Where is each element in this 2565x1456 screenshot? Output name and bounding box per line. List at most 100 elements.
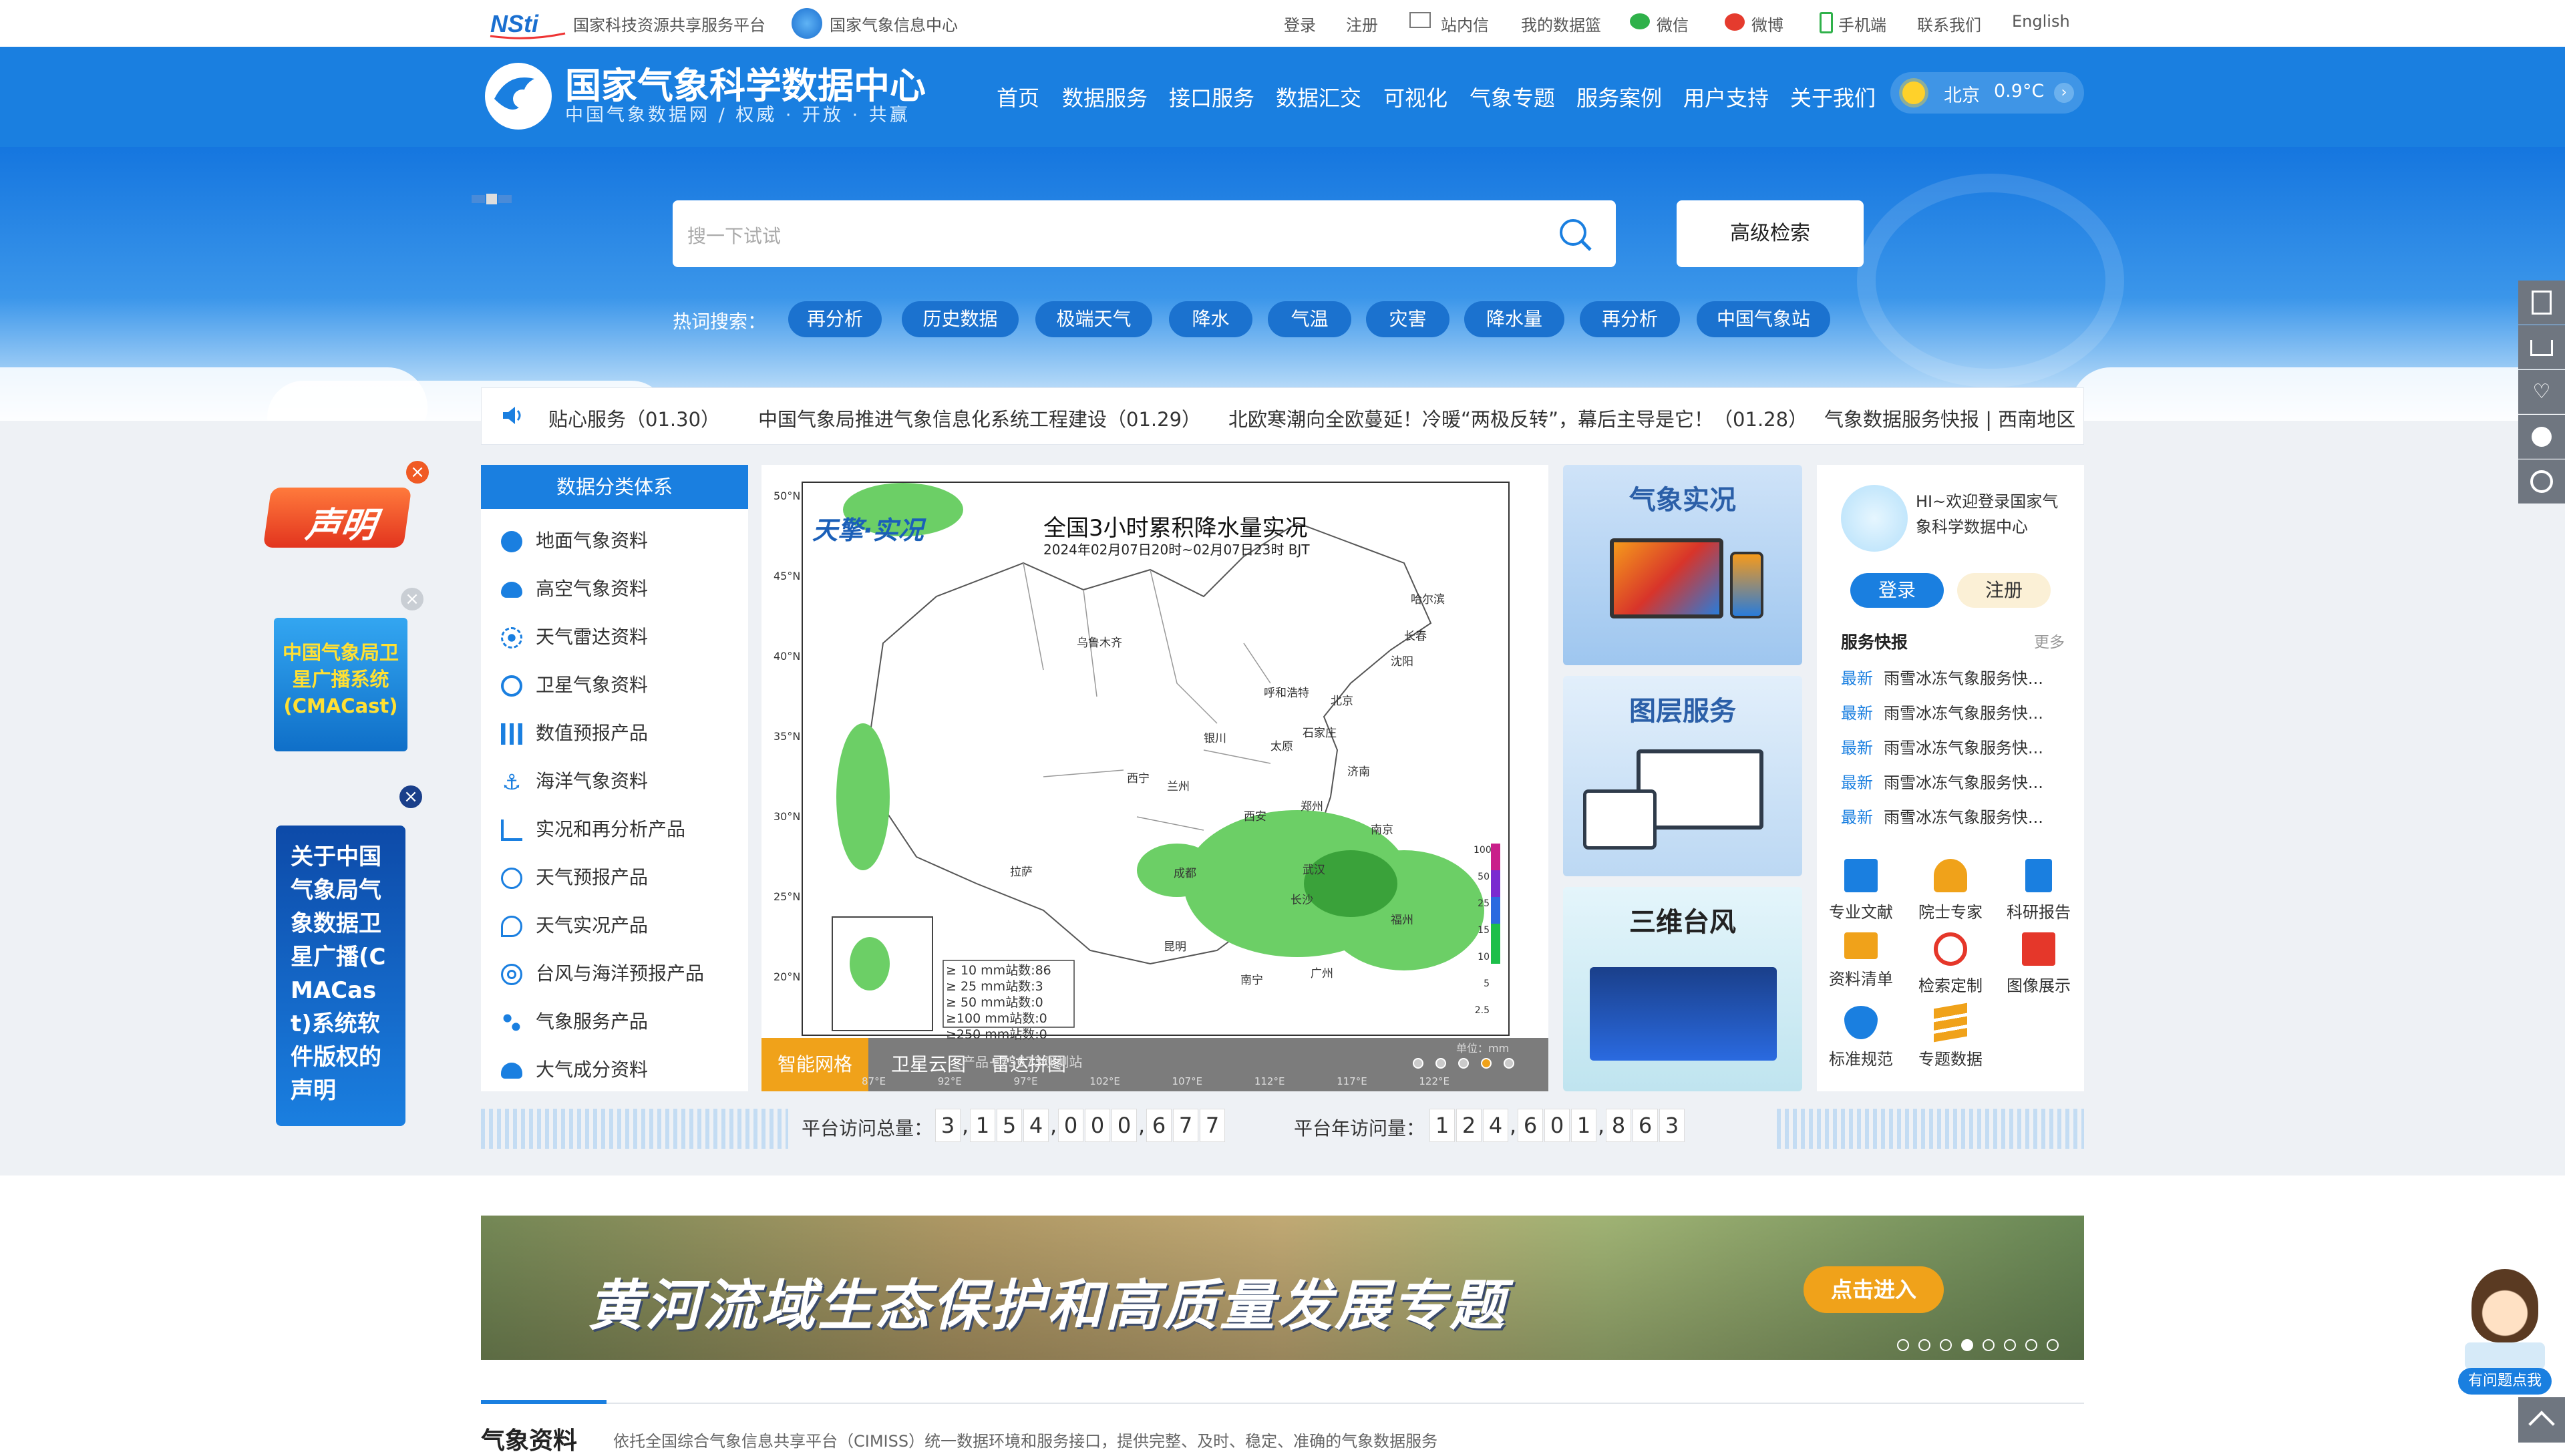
hot-term-chip[interactable]: 降水 (1169, 301, 1252, 337)
hot-term-chip[interactable]: 极端天气 (1035, 301, 1152, 337)
my-data-link[interactable]: 我的数据篮 (1521, 12, 1601, 35)
carousel-dot-active[interactable] (1481, 1058, 1492, 1069)
float-cart-button[interactable] (2518, 325, 2565, 369)
nav-data-services[interactable]: 数据服务 (1062, 81, 1148, 112)
category-item[interactable]: 大气成分资料 (501, 1055, 648, 1082)
service-image-gallery[interactable]: 图像展示 (1999, 932, 2079, 996)
carousel-dot-active[interactable] (1961, 1339, 1973, 1351)
search-icon[interactable] (1557, 216, 1593, 252)
ticker-item[interactable]: 贴心服务（01.30） (548, 404, 720, 432)
back-to-top-button[interactable] (2518, 1397, 2565, 1443)
hot-term-chip[interactable]: 再分析 (788, 301, 882, 337)
carousel-dot[interactable] (2047, 1339, 2059, 1351)
carousel-dot[interactable] (1983, 1339, 1995, 1351)
nsti-logo[interactable]: NSti (488, 7, 568, 40)
nav-about[interactable]: 关于我们 (1790, 81, 1876, 112)
hot-term-chip[interactable]: 再分析 (1580, 301, 1680, 337)
tile-3d-typhoon[interactable]: 三维台风 (1563, 887, 1802, 1091)
login-button[interactable]: 登录 (1850, 573, 1944, 608)
carousel-dot[interactable] (1897, 1339, 1909, 1351)
nav-home[interactable]: 首页 (997, 81, 1039, 112)
nav-support[interactable]: 用户支持 (1683, 81, 1769, 112)
service-literature[interactable]: 专业文献 (1821, 859, 1901, 922)
close-icon[interactable]: × (399, 785, 422, 808)
cmacast-badge[interactable]: 中国气象局卫星广播系统(CMACast) (274, 618, 407, 751)
weather-chevron-icon[interactable]: › (2054, 83, 2074, 103)
carousel-dot[interactable] (1940, 1339, 1952, 1351)
yellow-river-banner[interactable]: 黄河流域生态保护和高质量发展专题 点击进入 (481, 1216, 2084, 1360)
news-item[interactable]: 最新 雨雪冰冻气象服务快... (1841, 804, 2043, 831)
carousel-dot[interactable] (1918, 1339, 1930, 1351)
precip-map[interactable]: 天擎·实况 全国3小时累积降水量实况 2024年02月07日20时~02月07日… (774, 482, 1510, 1042)
advanced-search-button[interactable]: 高级检索 (1677, 200, 1864, 267)
hot-term-chip[interactable]: 灾害 (1366, 301, 1449, 337)
nav-data-submission[interactable]: 数据汇交 (1276, 81, 1361, 112)
login-link[interactable]: 登录 (1284, 12, 1316, 35)
service-experts[interactable]: 院士专家 (1910, 859, 1991, 922)
cmacast-notice-card[interactable]: 关于中国气象局气象数据卫星广播(CMACast)系统软件版权的声明 (276, 826, 405, 1126)
category-item[interactable]: ⚓ 海洋气象资料 (501, 767, 648, 793)
more-link[interactable]: 更多 (2034, 629, 2065, 652)
weather-widget[interactable]: 北京 0.9°C › (1890, 72, 2084, 114)
category-item[interactable]: 气象服务产品 (501, 1007, 648, 1034)
carousel-dot[interactable] (2025, 1339, 2037, 1351)
service-reports[interactable]: 科研报告 (1999, 859, 2079, 922)
banner-enter-button[interactable]: 点击进入 (1804, 1266, 1944, 1313)
hot-term-chip[interactable]: 降水量 (1464, 301, 1564, 337)
hot-term-chip[interactable]: 中国气象站 (1697, 301, 1830, 337)
statement-badge[interactable]: 声明 (263, 488, 412, 548)
category-item[interactable]: 实况和再分析产品 (501, 815, 685, 842)
register-button[interactable]: 注册 (1957, 573, 2051, 608)
ticker-item[interactable]: 北欧寒潮向全欧蔓延！冷暖“两极反转”，幕后主导是它！（01.28） (1228, 404, 1808, 432)
service-topic-data[interactable]: 专题数据 (1910, 1003, 1991, 1069)
weibo-link[interactable]: 微博 (1751, 12, 1783, 35)
help-assistant[interactable]: 有问题点我 (2458, 1269, 2552, 1396)
carousel-dot[interactable] (1435, 1058, 1446, 1069)
category-item[interactable]: 地面气象资料 (501, 526, 648, 553)
news-item[interactable]: 最新 雨雪冰冻气象服务快... (1841, 700, 2043, 727)
carousel-dot[interactable] (1458, 1058, 1469, 1069)
category-item[interactable]: 天气预报产品 (501, 863, 648, 890)
hot-term-chip[interactable]: 气温 (1268, 301, 1351, 337)
news-item[interactable]: 最新 雨雪冰冻气象服务快... (1841, 769, 2043, 796)
service-search-custom[interactable]: 检索定制 (1910, 932, 1991, 996)
category-item[interactable]: 台风与海洋预报产品 (501, 959, 704, 986)
site-logo-icon[interactable] (481, 59, 556, 134)
ticker-item[interactable]: 中国气象局推进气象信息化系统工程建设（01.29） (758, 404, 1201, 432)
carousel-dot[interactable] (1413, 1058, 1423, 1069)
register-link[interactable]: 注册 (1346, 12, 1378, 35)
ticker-item[interactable]: 气象数据服务快报 | 西南地区 (1824, 404, 2075, 432)
carousel-dot[interactable] (1504, 1058, 1514, 1069)
nav-special-topics[interactable]: 气象专题 (1470, 81, 1555, 112)
mailbox-link[interactable]: 站内信 (1441, 12, 1489, 35)
float-user-button[interactable] (2518, 415, 2565, 459)
tile-weather-live[interactable]: 气象实况 (1563, 465, 1802, 665)
english-link[interactable]: English (2012, 12, 2070, 31)
service-standards[interactable]: 标准规范 (1821, 1006, 1901, 1069)
category-item[interactable]: 数值预报产品 (501, 719, 648, 745)
nav-api-services[interactable]: 接口服务 (1169, 81, 1254, 112)
cma-label[interactable]: 国家气象信息中心 (830, 12, 958, 35)
close-icon[interactable]: × (406, 461, 429, 484)
nav-visualization[interactable]: 可视化 (1383, 81, 1447, 112)
nsti-label[interactable]: 国家科技资源共享服务平台 (573, 12, 765, 35)
service-data-list[interactable]: 资料清单 (1821, 932, 1901, 989)
search-input[interactable]: 搜一下试试 (673, 200, 1616, 267)
category-item[interactable]: 卫星气象资料 (501, 671, 648, 697)
close-icon[interactable]: × (401, 588, 423, 610)
wechat-link[interactable]: 微信 (1657, 12, 1689, 35)
category-item[interactable]: 高空气象资料 (501, 574, 648, 601)
category-item[interactable]: 天气雷达资料 (501, 622, 648, 649)
news-item[interactable]: 最新 雨雪冰冻气象服务快... (1841, 735, 2043, 761)
nav-cases[interactable]: 服务案例 (1576, 81, 1662, 112)
float-support-button[interactable] (2518, 460, 2565, 504)
float-favorite-button[interactable]: ♡ (2518, 370, 2565, 414)
tab-smart-grid[interactable]: 智能网格 (761, 1038, 868, 1091)
category-item[interactable]: 天气实况产品 (501, 911, 648, 938)
hot-term-chip[interactable]: 历史数据 (902, 301, 1019, 337)
contact-link[interactable]: 联系我们 (1917, 12, 1981, 35)
carousel-dot[interactable] (2004, 1339, 2016, 1351)
tile-layer-service[interactable]: 图层服务 (1563, 676, 1802, 876)
mobile-link[interactable]: 手机端 (1838, 12, 1886, 35)
float-doc-button[interactable] (2518, 281, 2565, 325)
